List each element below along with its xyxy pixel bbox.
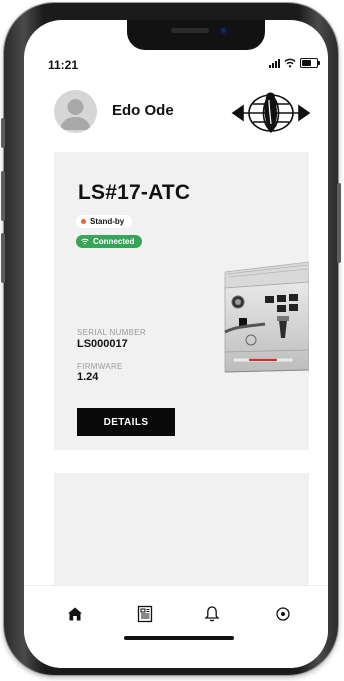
status-icons (269, 58, 320, 68)
home-indicator[interactable] (124, 636, 234, 640)
firmware-label: FIRMWARE (77, 362, 123, 371)
connected-label: Connected (93, 237, 135, 246)
wifi-icon (284, 58, 296, 68)
user-name: Edo Ode (112, 102, 174, 119)
tab-location[interactable] (271, 602, 295, 626)
tab-notifications[interactable] (200, 602, 224, 626)
front-camera (219, 26, 228, 35)
home-icon (68, 607, 82, 621)
signal-icon (269, 58, 280, 68)
battery-icon (300, 58, 320, 68)
serial-number-label: SERIAL NUMBER (77, 328, 146, 337)
standby-label: Stand-by (90, 217, 125, 226)
wifi-icon (81, 238, 89, 245)
phone-frame: 11:21 Edo Ode LS#17-ATC Stand-by Connect… (1, 3, 341, 675)
tab-recipes[interactable] (133, 602, 157, 626)
connected-badge: Connected (76, 235, 143, 248)
espresso-machine-image (224, 261, 309, 373)
machine-card[interactable]: LS#17-ATC Stand-by Connected SERIAL NUMB… (54, 152, 309, 450)
volume-down-button (1, 233, 5, 283)
notch (127, 20, 265, 50)
speaker (171, 28, 209, 33)
avatar[interactable] (54, 90, 97, 133)
details-button[interactable]: DETAILS (77, 408, 175, 436)
volume-up-button (1, 171, 5, 221)
battery-fill (302, 60, 311, 66)
menu-book-icon (137, 605, 153, 623)
bell-icon (204, 606, 220, 622)
machine-name: LS#17-ATC (78, 181, 191, 204)
user-avatar-icon (60, 99, 91, 130)
tab-home[interactable] (63, 602, 87, 626)
phone-screen: 11:21 Edo Ode LS#17-ATC Stand-by Connect… (24, 20, 328, 668)
standby-badge: Stand-by (76, 215, 133, 228)
firmware-value: 1.24 (77, 371, 99, 383)
tab-bar (24, 585, 328, 668)
location-icon (276, 607, 290, 621)
mute-switch (1, 118, 5, 148)
status-time: 11:21 (48, 58, 79, 72)
power-button (337, 183, 341, 263)
globe-logo (231, 92, 311, 133)
serial-number-value: LS000017 (77, 338, 128, 350)
standby-dot-icon (81, 219, 86, 224)
